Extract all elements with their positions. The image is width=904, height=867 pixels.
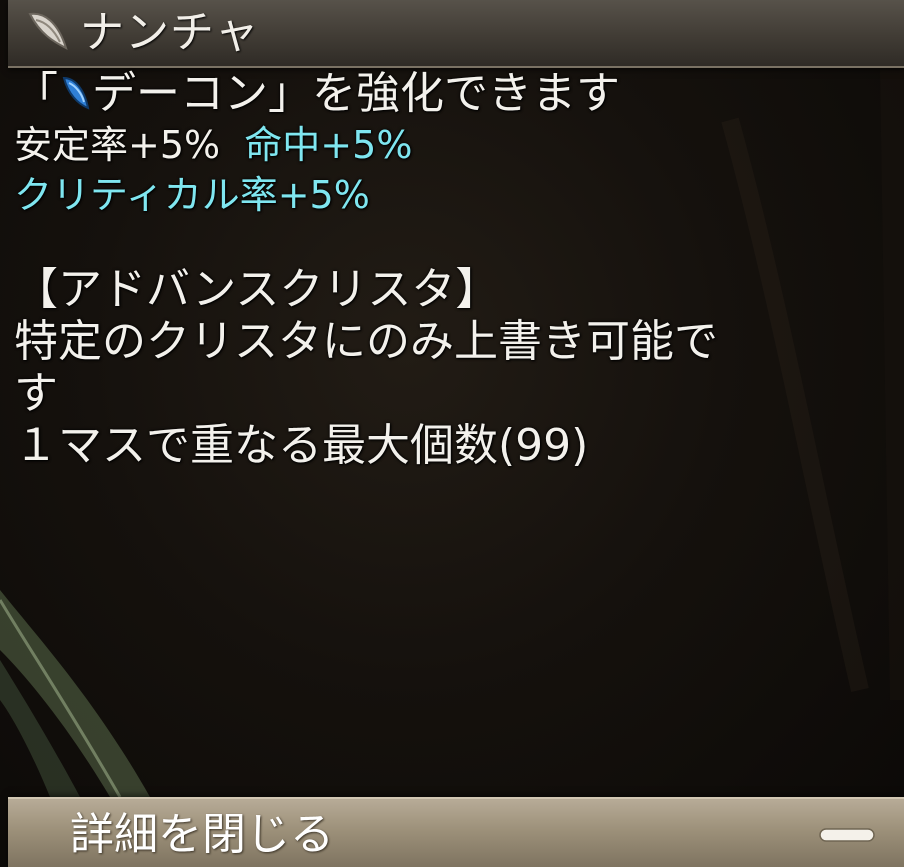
stat-critical-rate: クリティカル率+5% xyxy=(14,173,370,217)
blue-crysta-icon xyxy=(62,76,90,110)
stat-stability: 安定率+5% xyxy=(14,123,221,167)
section-line-2: す xyxy=(14,368,58,419)
title-bar: ナンチャ xyxy=(8,0,904,68)
section-line-1: 特定のクリスタにのみ上書き可能で xyxy=(14,316,718,367)
enhance-target-line: 「 デーコン」を強化できます xyxy=(14,68,884,120)
stat-accuracy: 命中+5% xyxy=(244,123,413,167)
minus-icon xyxy=(819,828,875,842)
item-detail-screen: ナンチャ 「 デーコン」を強化できます 安定率+5% 命中+5% クリティカル率… xyxy=(0,0,904,867)
enhance-suffix: 」を強化できます xyxy=(268,68,620,119)
close-details-label: 詳細を閉じる xyxy=(70,809,334,860)
item-name: ナンチャ xyxy=(80,7,260,58)
crysta-shard-icon xyxy=(28,12,68,50)
section-header: 【アドバンスクリスタ】 xyxy=(14,264,500,315)
bracket-open: 「 xyxy=(14,68,58,119)
stat-line-1: 安定率+5% 命中+5% xyxy=(14,120,884,170)
close-details-button[interactable]: 詳細を閉じる xyxy=(8,797,904,867)
enhance-target-name: デーコン xyxy=(92,68,268,119)
item-description: 「 デーコン」を強化できます 安定率+5% 命中+5% クリティカル率+5% 【… xyxy=(14,68,884,472)
stack-count-line: １マスで重なる最大個数(99) xyxy=(14,420,589,471)
